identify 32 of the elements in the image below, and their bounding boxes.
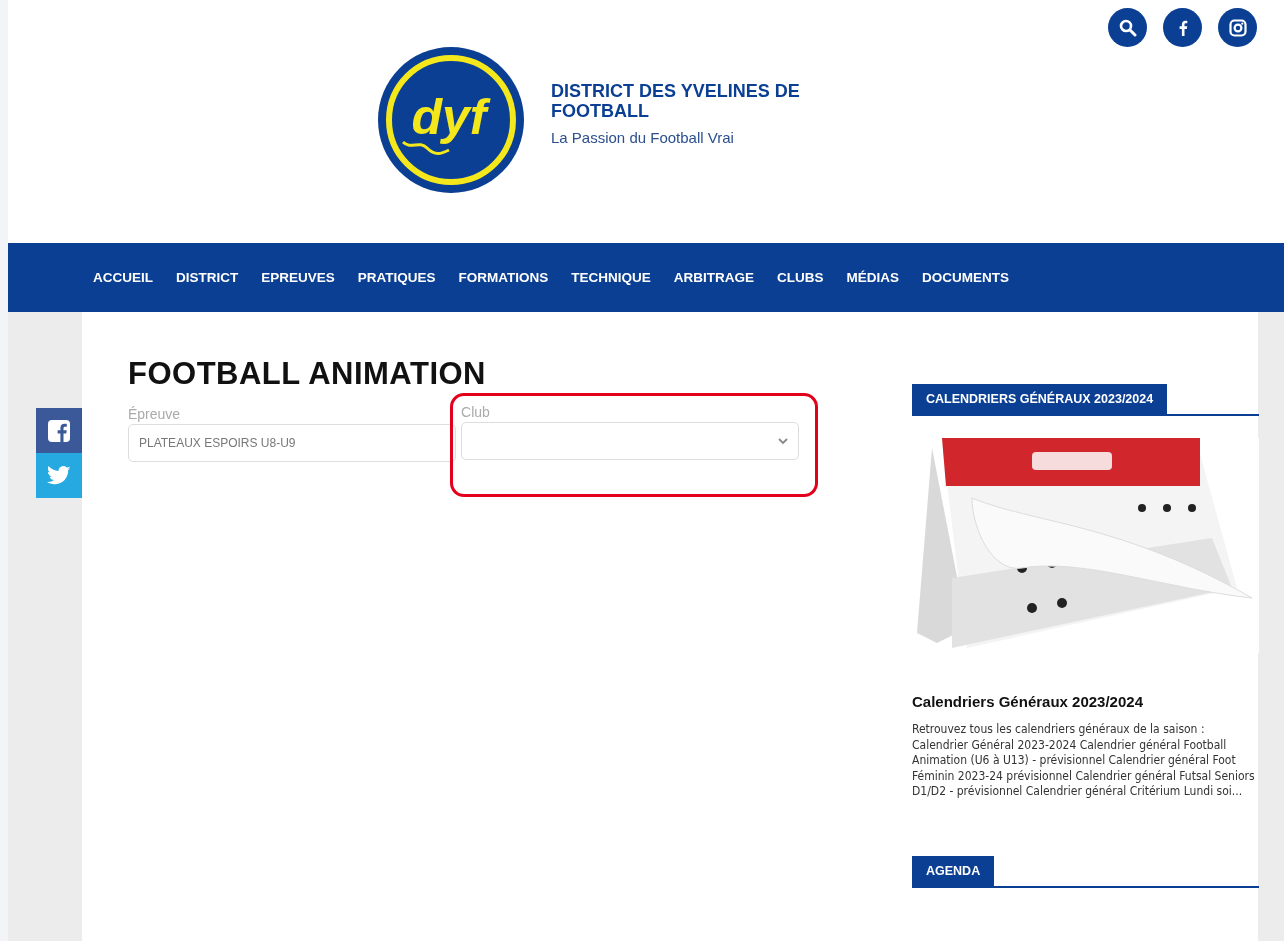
field-label: Épreuve	[128, 406, 182, 422]
site-tagline: La Passion du Football Vrai	[551, 128, 735, 146]
dropdown-field[interactable]	[461, 422, 799, 460]
article-excerpt: Retrouvez tous les calendriers généraux de la saison : Calendrier Général 2023-2024 Calendrier général Football Animation (U6 à U13) - prévisionnel Calendrier général Foot Féminin 2023-24 prévisionnel Calendrier général Futsal Seniors D1/D2 - prévisionnel Calendrier général Critérium Lundi soi...	[912, 722, 1256, 800]
nav-link[interactable]: EPREUVES	[261, 270, 335, 285]
nav-link[interactable]: TECHNIQUE	[571, 270, 651, 285]
nav-link[interactable]: DISTRICT	[176, 270, 239, 285]
section-heading: CALENDRIERS GÉNÉRAUX 2023/2024	[912, 384, 1168, 414]
input-field[interactable]: PLATEAUX ESPOIRS U8-U9	[128, 424, 457, 462]
logo-icon: dyf	[377, 46, 525, 194]
section-heading: AGENDA	[912, 855, 995, 886]
instagram-icon	[1228, 18, 1247, 37]
nav-link[interactable]: FORMATIONS	[458, 270, 549, 285]
instagram-button[interactable]	[1218, 8, 1257, 47]
facebook-icon	[47, 418, 71, 443]
search-icon	[1118, 18, 1137, 37]
site-title: DISTRICT DES YVELINES DE FOOTBALL	[551, 80, 801, 121]
article-title[interactable]: Calendriers Généraux 2023/2024	[912, 693, 1259, 710]
nav-link[interactable]: ARBITRAGE	[673, 270, 755, 285]
page-title: FOOTBALL ANIMATION	[128, 356, 487, 392]
facebook-share-button[interactable]	[36, 408, 82, 453]
nav-link[interactable]: DOCUMENTS	[922, 270, 1010, 285]
nav-link[interactable]: PRATIQUES	[357, 270, 436, 285]
nav-link[interactable]: CLUBS	[777, 270, 824, 285]
field-label: Club	[461, 404, 491, 420]
search-button[interactable]	[1108, 8, 1147, 47]
facebook-button[interactable]	[1163, 8, 1202, 47]
nav-link[interactable]: MÉDIAS	[846, 270, 900, 285]
bird-icon	[47, 465, 71, 486]
nav-link[interactable]: ACCUEIL	[93, 270, 153, 285]
facebook-icon	[1177, 19, 1188, 36]
chevron-down-icon	[778, 437, 788, 445]
